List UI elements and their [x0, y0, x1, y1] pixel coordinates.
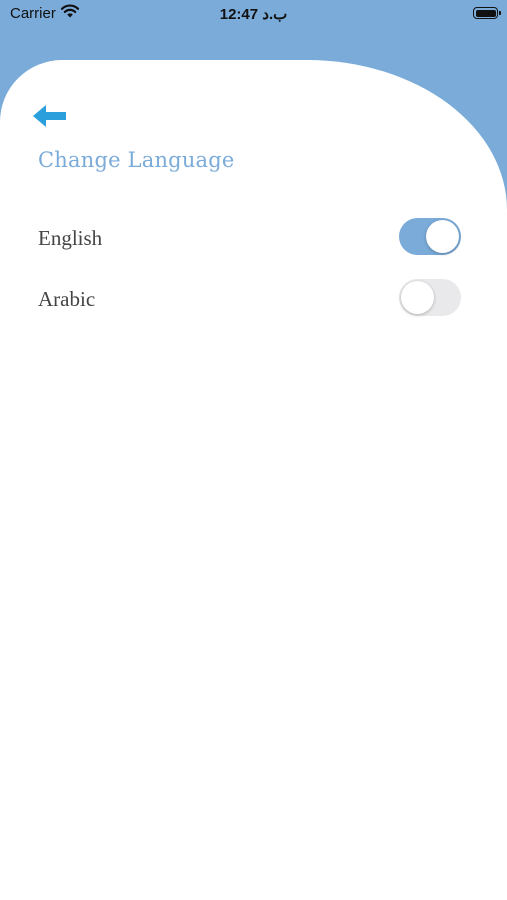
- arabic-toggle[interactable]: [399, 279, 461, 316]
- language-label-english: English: [38, 226, 103, 250]
- page-title: Change Language: [38, 148, 235, 172]
- status-bar: Carrier ب.د 12:47: [0, 0, 507, 30]
- status-clock: ب.د 12:47: [219, 6, 288, 23]
- content-card: [0, 60, 507, 900]
- language-row-arabic: Arabic: [38, 279, 468, 319]
- language-row-english: English: [38, 218, 468, 258]
- language-label-arabic: Arabic: [38, 287, 96, 311]
- back-button[interactable]: [30, 100, 70, 132]
- battery-icon: [473, 7, 501, 19]
- english-toggle[interactable]: [399, 218, 461, 255]
- toggle-knob: [426, 220, 459, 253]
- arrow-left-icon: [33, 105, 66, 127]
- toggle-knob: [401, 281, 434, 314]
